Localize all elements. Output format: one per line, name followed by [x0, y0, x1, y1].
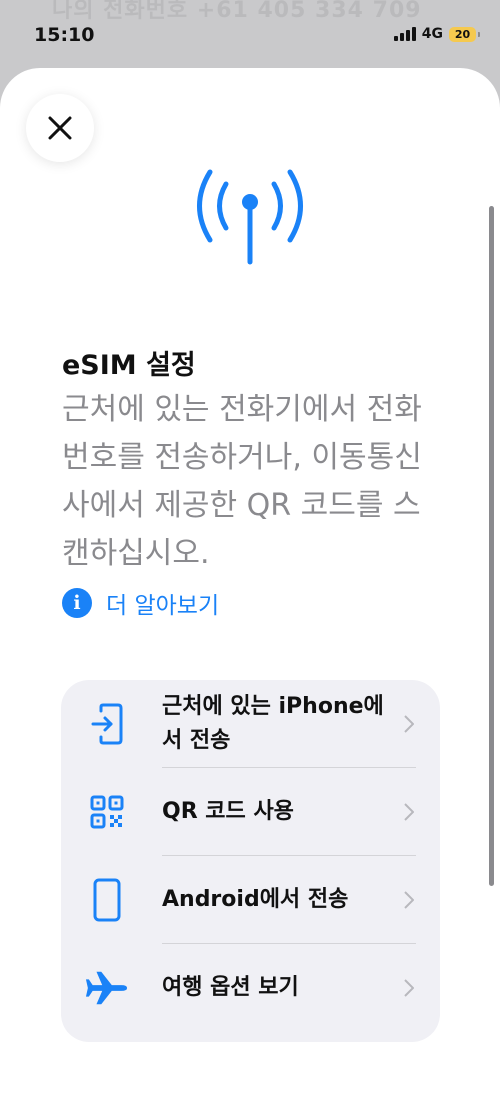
option-label: 여행 옵션 보기 [162, 974, 299, 1000]
chevron-right-icon [404, 890, 414, 909]
battery-level: 20 [454, 27, 471, 41]
status-time: 15:10 [34, 24, 95, 46]
sheet-title: eSIM 설정 [62, 350, 196, 381]
antenna-signal-icon [197, 169, 303, 265]
status-indicators: 4G 20 [393, 26, 480, 42]
info-icon: i [62, 588, 92, 618]
learn-more-link[interactable]: i 더 알아보기 [62, 586, 219, 620]
chevron-right-icon [404, 802, 414, 821]
chevron-right-icon [404, 978, 414, 997]
option-transfer-from-iphone[interactable]: 근처에 있는 iPhone에서 전송 [61, 680, 440, 767]
option-use-qr-code[interactable]: QR 코드 사용 [61, 768, 440, 855]
esim-setup-sheet: eSIM 설정 근처에 있는 전화기에서 전화번호를 전송하거나, 이동통신사에… [0, 68, 500, 1108]
status-bar: 15:10 4G 20 [0, 0, 500, 70]
option-label: 근처에 있는 iPhone에서 전송 [162, 693, 384, 753]
qr-code-icon [85, 790, 129, 834]
transfer-options-list: 근처에 있는 iPhone에서 전송 QR 코드 사용 Android에서 전송… [61, 680, 440, 1042]
close-icon [48, 116, 72, 140]
scroll-indicator[interactable] [489, 206, 494, 886]
option-label: Android에서 전송 [162, 886, 349, 912]
learn-more-label: 더 알아보기 [106, 593, 220, 619]
sheet-description: 근처에 있는 전화기에서 전화번호를 전송하거나, 이동통신사에서 제공한 QR… [62, 392, 422, 571]
battery-icon: 20 [449, 26, 480, 42]
phone-transfer-icon [85, 702, 129, 746]
option-transfer-from-android[interactable]: Android에서 전송 [61, 856, 440, 943]
close-button[interactable] [26, 94, 94, 162]
option-travel-options[interactable]: 여행 옵션 보기 [61, 944, 440, 1031]
airplane-icon [85, 966, 129, 1010]
chevron-right-icon [404, 714, 414, 733]
android-phone-icon [85, 878, 129, 922]
cellular-signal-icon [393, 27, 416, 41]
network-type: 4G [421, 26, 443, 42]
option-label: QR 코드 사용 [162, 798, 294, 824]
